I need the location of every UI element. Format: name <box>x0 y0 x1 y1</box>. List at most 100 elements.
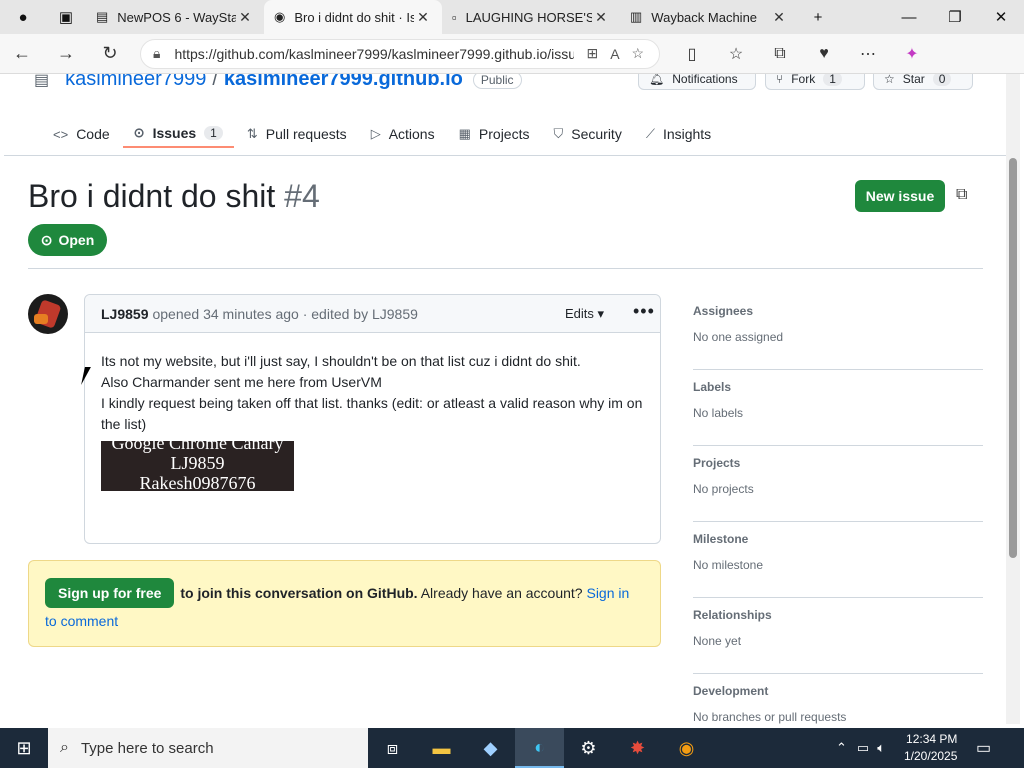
clock[interactable]: 12:34 PM 1/20/2025 <box>904 731 957 765</box>
new-issue-button[interactable]: New issue <box>855 180 945 212</box>
app-icon[interactable]: ◆ <box>466 728 515 768</box>
issue-number: #4 <box>284 178 320 214</box>
volume-icon[interactable]: 🔈︎ <box>877 740 885 756</box>
tab-title: NewPOS 6 - WayStation <box>117 9 236 25</box>
signup-bold-text: to join this conversation on GitHub. <box>180 585 418 601</box>
system-tray: ⌃ ▭ 🔈︎ <box>836 728 885 768</box>
repo-icon: ▤ <box>34 74 50 89</box>
copy-icon[interactable]: ⧉ <box>956 186 967 204</box>
tab-insights[interactable]: ⟋ Insights <box>635 120 722 148</box>
repo-owner-link[interactable]: kaslmineer7999 <box>65 74 206 91</box>
issue-title: Bro i didnt do shit #4 <box>28 178 320 215</box>
back-icon[interactable]: ← <box>0 43 44 64</box>
notifications-button[interactable]: 🔔︎ Notifications <box>638 74 756 90</box>
scrollbar-thumb[interactable] <box>1009 158 1017 558</box>
bell-icon: 🔔︎ <box>649 74 665 86</box>
close-window-icon[interactable]: ✕ <box>978 0 1024 34</box>
avatar[interactable] <box>28 294 68 334</box>
taskbar-search[interactable]: ⌕ Type here to search <box>48 728 368 768</box>
split-screen-icon[interactable]: ▯ <box>670 44 714 64</box>
edits-dropdown[interactable]: Edits ▾ <box>565 306 604 322</box>
tab-code[interactable]: <> Code <box>42 120 121 148</box>
image-line: LJ9859 <box>170 453 225 473</box>
sidebar-section-projects: Projects No projects <box>693 446 983 522</box>
restore-icon[interactable]: ❐ <box>932 0 978 34</box>
tab-actions[interactable]: ▷ Actions <box>360 120 446 148</box>
chevron-down-icon: ▾ <box>597 306 605 321</box>
refresh-icon[interactable]: ↻ <box>88 43 132 64</box>
notifications-label: Notifications <box>672 74 738 86</box>
more-menu-icon[interactable]: ⋯ <box>846 44 890 64</box>
sidebar-heading[interactable]: Milestone <box>693 532 983 546</box>
windows-start-icon[interactable]: ⊞ <box>0 728 48 768</box>
tab-label: Issues <box>152 125 197 141</box>
comment-body: Its not my website, but i'll just say, I… <box>85 333 660 509</box>
fork-button[interactable]: ⑂ Fork 1 <box>765 74 865 90</box>
new-tab-icon[interactable]: + <box>798 0 838 34</box>
network-icon[interactable]: ▭ <box>857 740 869 756</box>
sidebar-heading[interactable]: Development <box>693 684 983 698</box>
fork-label: Fork <box>791 74 816 86</box>
favorite-star-icon[interactable]: ☆ <box>632 45 645 62</box>
pull-request-icon: ⇅ <box>246 126 258 141</box>
code-icon: <> <box>53 126 69 142</box>
browser-tab-active[interactable]: ◉ Bro i didnt do shit · Issue ✕ <box>264 0 442 34</box>
tab-pull-requests[interactable]: ⇅ Pull requests <box>236 120 358 148</box>
file-explorer-icon[interactable]: ▬ <box>417 728 466 768</box>
sidebar-value: None yet <box>693 634 742 648</box>
close-tab-icon[interactable]: ✕ <box>770 9 788 26</box>
sidebar-heading[interactable]: Relationships <box>693 608 983 622</box>
sidebar-heading[interactable]: Assignees <box>693 304 983 318</box>
repo-name-link[interactable]: kaslmineer7999.github.io <box>224 74 463 91</box>
author-link[interactable]: LJ9859 <box>101 306 148 322</box>
edits-label: Edits <box>565 306 594 321</box>
clock-time: 12:34 PM <box>906 732 958 746</box>
tab-label: Pull requests <box>265 126 347 142</box>
chevron-up-icon[interactable]: ⌃ <box>836 740 847 756</box>
copilot-icon[interactable]: ✦ <box>890 44 934 64</box>
tab-issues[interactable]: ⊙ Issues 1 <box>122 120 234 148</box>
more-options-icon[interactable]: ••• <box>633 301 655 322</box>
close-tab-icon[interactable]: ✕ <box>236 9 254 26</box>
browser-tab[interactable]: ▤ NewPOS 6 - WayStation ✕ <box>86 0 264 34</box>
star-button[interactable]: ☆ Star 0 <box>873 74 973 90</box>
favorites-icon[interactable]: ☆ <box>714 44 758 64</box>
edge-icon[interactable]: ◐ <box>515 728 564 768</box>
forward-icon[interactable]: → <box>44 43 88 64</box>
browser-tab[interactable]: ▫ LAUGHING HORSE'S CAFE ✕ <box>442 0 620 34</box>
sidebar-value: No labels <box>693 406 744 420</box>
tab-title: Bro i didnt do shit · Issue <box>294 9 414 25</box>
sidebar-value: No projects <box>693 482 754 496</box>
browser-tab-bar: ● ▣ ▤ NewPOS 6 - WayStation ✕ ◉ Bro i di… <box>0 0 1024 34</box>
url-field[interactable]: 🔒︎ https://github.com/kaslmineer7999/kas… <box>140 38 660 69</box>
close-tab-icon[interactable]: ✕ <box>414 9 432 26</box>
task-view-icon[interactable]: ⧈ <box>368 728 417 768</box>
browser-tab[interactable]: ▥ Wayback Machine ✕ <box>620 0 798 34</box>
app-icon[interactable]: ⊞ <box>586 45 598 62</box>
page-scrollbar[interactable] <box>1006 74 1020 724</box>
app-icon[interactable]: ✸ <box>613 728 662 768</box>
shield-icon: ⛉ <box>553 126 564 141</box>
newpos-icon: ▤ <box>96 9 109 24</box>
visibility-badge: Public <box>472 74 522 89</box>
profile-icon[interactable]: ● <box>0 0 46 34</box>
sign-up-button[interactable]: Sign up for free <box>45 578 175 608</box>
app-icon[interactable]: ◉ <box>662 728 711 768</box>
sidebar-heading[interactable]: Projects <box>693 456 983 470</box>
tab-projects[interactable]: ▦ Projects <box>448 120 541 148</box>
sidebar-heading[interactable]: Labels <box>693 380 983 394</box>
minimize-icon[interactable]: — <box>886 0 932 34</box>
comment-line: Also Charmander sent me here from UserVM <box>101 374 382 390</box>
tab-security[interactable]: ⛉ Security <box>542 120 632 148</box>
close-tab-icon[interactable]: ✕ <box>592 9 610 26</box>
read-aloud-icon[interactable]: A <box>610 46 619 62</box>
notification-icon[interactable]: ▭ <box>976 738 991 758</box>
settings-icon[interactable]: ⚙ <box>564 728 613 768</box>
extensions-icon[interactable]: ♥ <box>802 45 846 63</box>
signup-text: Already have an account? <box>420 585 583 601</box>
tab-actions-icon[interactable]: ▣ <box>46 0 86 34</box>
collections-icon[interactable]: ⧉ <box>758 45 802 63</box>
repo-title: ▤ kaslmineer7999 / kaslmineer7999.github… <box>34 74 522 91</box>
star-label: Star <box>902 74 925 86</box>
comment-image[interactable]: Google Chrome Canary LJ9859 Rakesh098767… <box>101 441 294 491</box>
